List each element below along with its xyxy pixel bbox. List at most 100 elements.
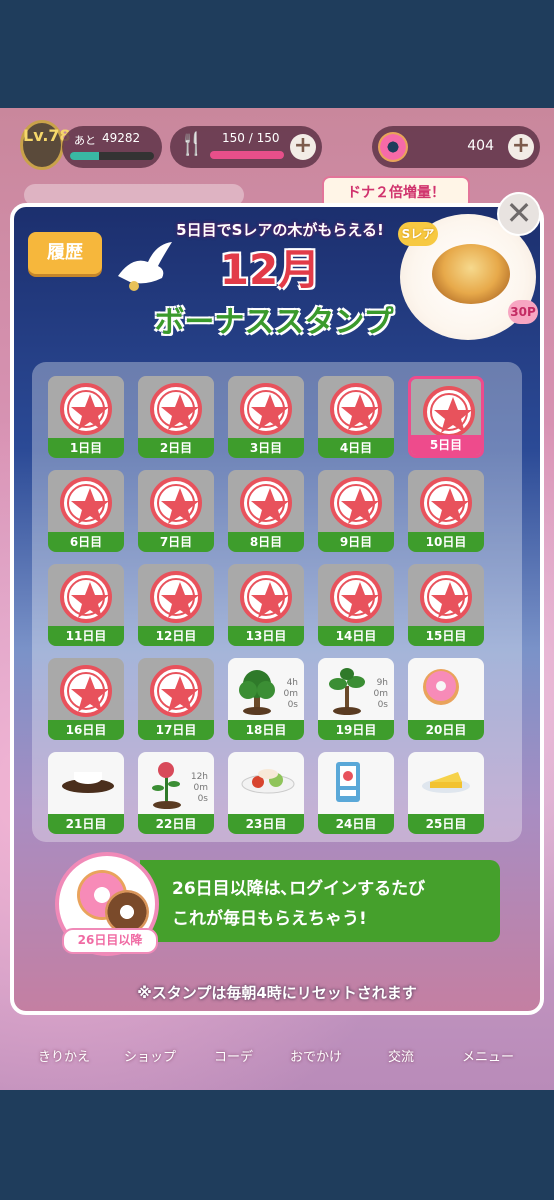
day-label: 22日目 bbox=[138, 814, 214, 834]
star-stamp-icon bbox=[240, 477, 292, 529]
stamp-day-4[interactable]: 4日目 bbox=[318, 376, 394, 458]
reset-note: ※スタンプは毎朝4時にリセットされます bbox=[137, 984, 417, 1002]
dish-icon bbox=[238, 758, 298, 802]
after-day26-label: 26日目以降 bbox=[62, 928, 158, 954]
donut-icon bbox=[418, 664, 464, 714]
stamp-day-24[interactable]: 24日目 bbox=[318, 752, 394, 834]
close-button[interactable]: ✕ bbox=[497, 192, 541, 236]
day-label: 8日目 bbox=[228, 532, 304, 552]
day-label: 15日目 bbox=[408, 626, 484, 646]
star-stamp-icon bbox=[150, 665, 202, 717]
stamp-day-14[interactable]: 14日目 bbox=[318, 564, 394, 646]
day-label: 1日目 bbox=[48, 438, 124, 458]
sapling-icon bbox=[324, 664, 370, 720]
stamp-day-6[interactable]: 6日目 bbox=[48, 470, 124, 552]
star-stamp-icon bbox=[330, 477, 382, 529]
day-label: 24日目 bbox=[318, 814, 394, 834]
stamp-day-1[interactable]: 1日目 bbox=[48, 376, 124, 458]
star-stamp-icon bbox=[420, 571, 472, 623]
day-label: 18日目 bbox=[228, 720, 304, 740]
nav-switch[interactable]: きりかえ bbox=[38, 1046, 90, 1065]
donut-icon bbox=[378, 132, 408, 162]
dove-icon bbox=[118, 242, 172, 291]
stamp-day-12[interactable]: 12日目 bbox=[138, 564, 214, 646]
cheese-icon bbox=[418, 758, 474, 802]
ticket-icon bbox=[328, 758, 368, 812]
star-stamp-icon bbox=[60, 665, 112, 717]
stamp-day-3[interactable]: 3日目 bbox=[228, 376, 304, 458]
stamp-day-21[interactable]: 21日目 bbox=[48, 752, 124, 834]
stamp-day-5[interactable]: 5日目 bbox=[408, 376, 484, 458]
day-label: 10日目 bbox=[408, 532, 484, 552]
nav-shop[interactable]: ショップ bbox=[124, 1046, 176, 1065]
day-label: 21日目 bbox=[48, 814, 124, 834]
banner-line-2: これが毎日もらえちゃう! bbox=[172, 909, 367, 929]
day-label: 2日目 bbox=[138, 438, 214, 458]
star-stamp-icon bbox=[420, 477, 472, 529]
stamp-day-19[interactable]: 9h 0m 0s 19日目 bbox=[318, 658, 394, 740]
day-label: 20日目 bbox=[408, 720, 484, 740]
star-stamp-icon bbox=[240, 571, 292, 623]
stamp-day-15[interactable]: 15日目 bbox=[408, 564, 484, 646]
level-badge: Lv.78 bbox=[20, 120, 71, 170]
day-label: 7日目 bbox=[138, 532, 214, 552]
stamp-day-2[interactable]: 2日目 bbox=[138, 376, 214, 458]
star-stamp-icon bbox=[60, 383, 112, 435]
points-badge: 30P bbox=[508, 300, 538, 324]
stamp-day-11[interactable]: 11日目 bbox=[48, 564, 124, 646]
day-label: 5日目 bbox=[411, 435, 481, 455]
day-label: 23日目 bbox=[228, 814, 304, 834]
stamp-day-17[interactable]: 17日目 bbox=[138, 658, 214, 740]
day-label: 9日目 bbox=[318, 532, 394, 552]
donut-value: 404 bbox=[467, 138, 494, 154]
star-stamp-icon bbox=[150, 477, 202, 529]
stamp-day-16[interactable]: 16日目 bbox=[48, 658, 124, 740]
day-label: 11日目 bbox=[48, 626, 124, 646]
stamina-gauge: 🍴 150 / 150 + bbox=[170, 126, 322, 168]
day-label: 25日目 bbox=[408, 814, 484, 834]
day-label: 19日目 bbox=[318, 720, 394, 740]
stamp-day-7[interactable]: 7日目 bbox=[138, 470, 214, 552]
page-title: ボーナススタンプ bbox=[154, 305, 394, 340]
donut-plus-button[interactable]: + bbox=[508, 134, 534, 160]
nav-menu[interactable]: メニュー bbox=[462, 1046, 514, 1065]
stamp-day-23[interactable]: 23日目 bbox=[228, 752, 304, 834]
banner-line-1: 26日目以降は､ログインするたび bbox=[172, 879, 426, 899]
stamp-day-13[interactable]: 13日目 bbox=[228, 564, 304, 646]
growth-timer: 4h 0m 0s bbox=[283, 678, 299, 710]
bottom-dark-bar bbox=[0, 1090, 554, 1200]
star-stamp-icon bbox=[150, 383, 202, 435]
star-stamp-icon bbox=[60, 571, 112, 623]
day-label: 6日目 bbox=[48, 532, 124, 552]
top-dark-bar bbox=[0, 0, 554, 108]
nav-coorde[interactable]: コーデ bbox=[214, 1046, 253, 1065]
nav-outing[interactable]: おでかけ bbox=[290, 1046, 342, 1065]
star-stamp-icon bbox=[240, 383, 292, 435]
day-label: 4日目 bbox=[318, 438, 394, 458]
nav-social[interactable]: 交流 bbox=[388, 1046, 414, 1065]
stamp-day-22[interactable]: 12h 0m 0s 22日目 bbox=[138, 752, 214, 834]
stamp-day-8[interactable]: 8日目 bbox=[228, 470, 304, 552]
stamina-plus-button[interactable]: + bbox=[290, 134, 316, 160]
star-stamp-icon bbox=[423, 386, 475, 438]
after-day26-banner: 26日目以降は､ログインするたび これが毎日もらえちゃう! bbox=[140, 860, 500, 942]
stamp-day-20[interactable]: 20日目 bbox=[408, 658, 484, 740]
star-stamp-icon bbox=[150, 571, 202, 623]
pie-reward-icon bbox=[432, 244, 510, 304]
exp-label: あと bbox=[74, 134, 96, 147]
star-stamp-icon bbox=[330, 571, 382, 623]
fork-knife-icon: 🍴 bbox=[178, 132, 206, 157]
stamp-day-25[interactable]: 25日目 bbox=[408, 752, 484, 834]
history-button[interactable]: 履歴 bbox=[28, 232, 102, 274]
day-label: 13日目 bbox=[228, 626, 304, 646]
bottom-nav: きりかえ ショップ コーデ おでかけ 交流 メニュー bbox=[14, 1020, 544, 1076]
tree-icon bbox=[234, 664, 280, 720]
growth-timer: 12h 0m 0s bbox=[190, 772, 208, 804]
exp-value: 49282 bbox=[102, 131, 141, 145]
stamina-value: 150 / 150 bbox=[222, 131, 280, 145]
stamp-day-9[interactable]: 9日目 bbox=[318, 470, 394, 552]
flower-icon bbox=[144, 758, 190, 814]
stamp-day-18[interactable]: 4h 0m 0s 18日目 bbox=[228, 658, 304, 740]
stamp-day-10[interactable]: 10日目 bbox=[408, 470, 484, 552]
day-label: 3日目 bbox=[228, 438, 304, 458]
